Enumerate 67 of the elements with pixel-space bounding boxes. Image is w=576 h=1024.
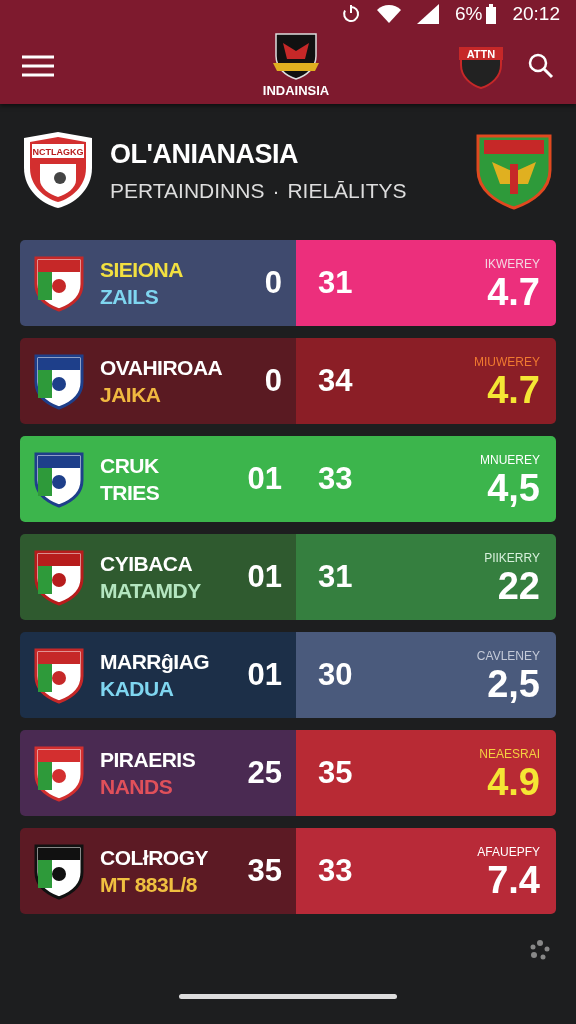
score: 31 [318, 557, 354, 596]
score: 25 [247, 753, 282, 792]
rating-value: 4.7 [486, 273, 540, 311]
score: 35 [318, 753, 354, 792]
app-title: INDAINSIA [262, 82, 330, 101]
crest-label: NCTLAGKG [32, 147, 84, 157]
crest-label: ATTN [466, 48, 496, 60]
search-icon[interactable] [528, 53, 554, 79]
loading-icon [530, 940, 550, 960]
crest-icon [24, 132, 92, 208]
team-subtitle: JAIKA [100, 382, 162, 408]
score: 0 [264, 361, 282, 400]
score: 33 [318, 851, 354, 890]
rating-value: 4.7 [486, 371, 540, 409]
score: 0 [264, 263, 282, 302]
rating-label: CAVLENEY [476, 648, 540, 665]
match-card[interactable]: COLłROGY MT 883L/8 35 33 AFAUEPFY 7.4 [20, 828, 556, 914]
team-name: CRUK [100, 452, 160, 479]
team-subtitle: MT 883L/8 [100, 872, 199, 898]
menu-icon[interactable] [22, 54, 54, 78]
score: 01 [247, 655, 282, 694]
rating-label: NEAESRAI [479, 746, 540, 763]
score: 01 [247, 557, 282, 596]
team-name: MARRĝIAG [100, 648, 211, 675]
team-name: COLłROGY [100, 844, 209, 871]
score: 30 [318, 655, 354, 694]
rating-label: MIUWEREY [474, 354, 540, 371]
team-name: PIRAERIS [100, 746, 197, 773]
rating-value: 4.9 [486, 763, 540, 801]
league-title: OL'ANIANASIA [110, 138, 299, 171]
league-subtitle: RIELĀLITYS [287, 177, 407, 204]
timer-icon [341, 4, 361, 24]
rating-label: MNUEREY [480, 452, 540, 469]
rating-value: 2,5 [486, 665, 540, 703]
match-card[interactable]: MARRĝIAG KADUA 01 30 CAVLENEY 2,5 [20, 632, 556, 718]
team-subtitle: MATAMDY [100, 578, 202, 604]
match-card[interactable]: PIRAERIS NANDS 25 35 NEAESRAI 4.9 [20, 730, 556, 816]
rating-label: AFAUEPFY [477, 844, 540, 861]
score: 33 [318, 459, 354, 498]
battery-percent: 6% [455, 1, 483, 26]
rating-label: IKWEREY [484, 256, 540, 273]
score: 35 [247, 851, 282, 890]
team-subtitle: NANDS [100, 774, 174, 800]
team-name: SIEIONA [100, 256, 184, 283]
crest-icon [459, 47, 503, 89]
team-subtitle: ZAILS [100, 284, 160, 310]
match-card[interactable]: OVAHIROAA JAIKA 0 34 MIUWEREY 4.7 [20, 338, 556, 424]
team-name: CYIBACA [100, 550, 194, 577]
separator: · [272, 177, 280, 204]
wifi-icon [377, 5, 401, 23]
team-name: OVAHIROAA [100, 354, 224, 381]
score: 31 [318, 263, 354, 302]
match-card[interactable]: SIEIONA ZAILS 0 31 IKWEREY 4.7 [20, 240, 556, 326]
rating-label: PIIKERRY [484, 550, 540, 567]
score: 34 [318, 361, 354, 400]
signal-icon [417, 4, 439, 24]
match-card[interactable]: CYIBACA MATAMDY 01 31 PIIKERRY 22 [20, 534, 556, 620]
rating-value: 4,5 [486, 469, 540, 507]
rating-value: 7.4 [486, 861, 540, 899]
battery-icon [486, 4, 497, 24]
clock: 20:12 [512, 1, 560, 26]
rating-value: 22 [496, 567, 540, 605]
team-subtitle: KADUA [100, 676, 175, 702]
league-subtitle: PERTAINDINNS [110, 177, 265, 204]
score: 01 [247, 459, 282, 498]
team-subtitle: TRIES [100, 480, 161, 506]
crest-icon [271, 31, 321, 82]
